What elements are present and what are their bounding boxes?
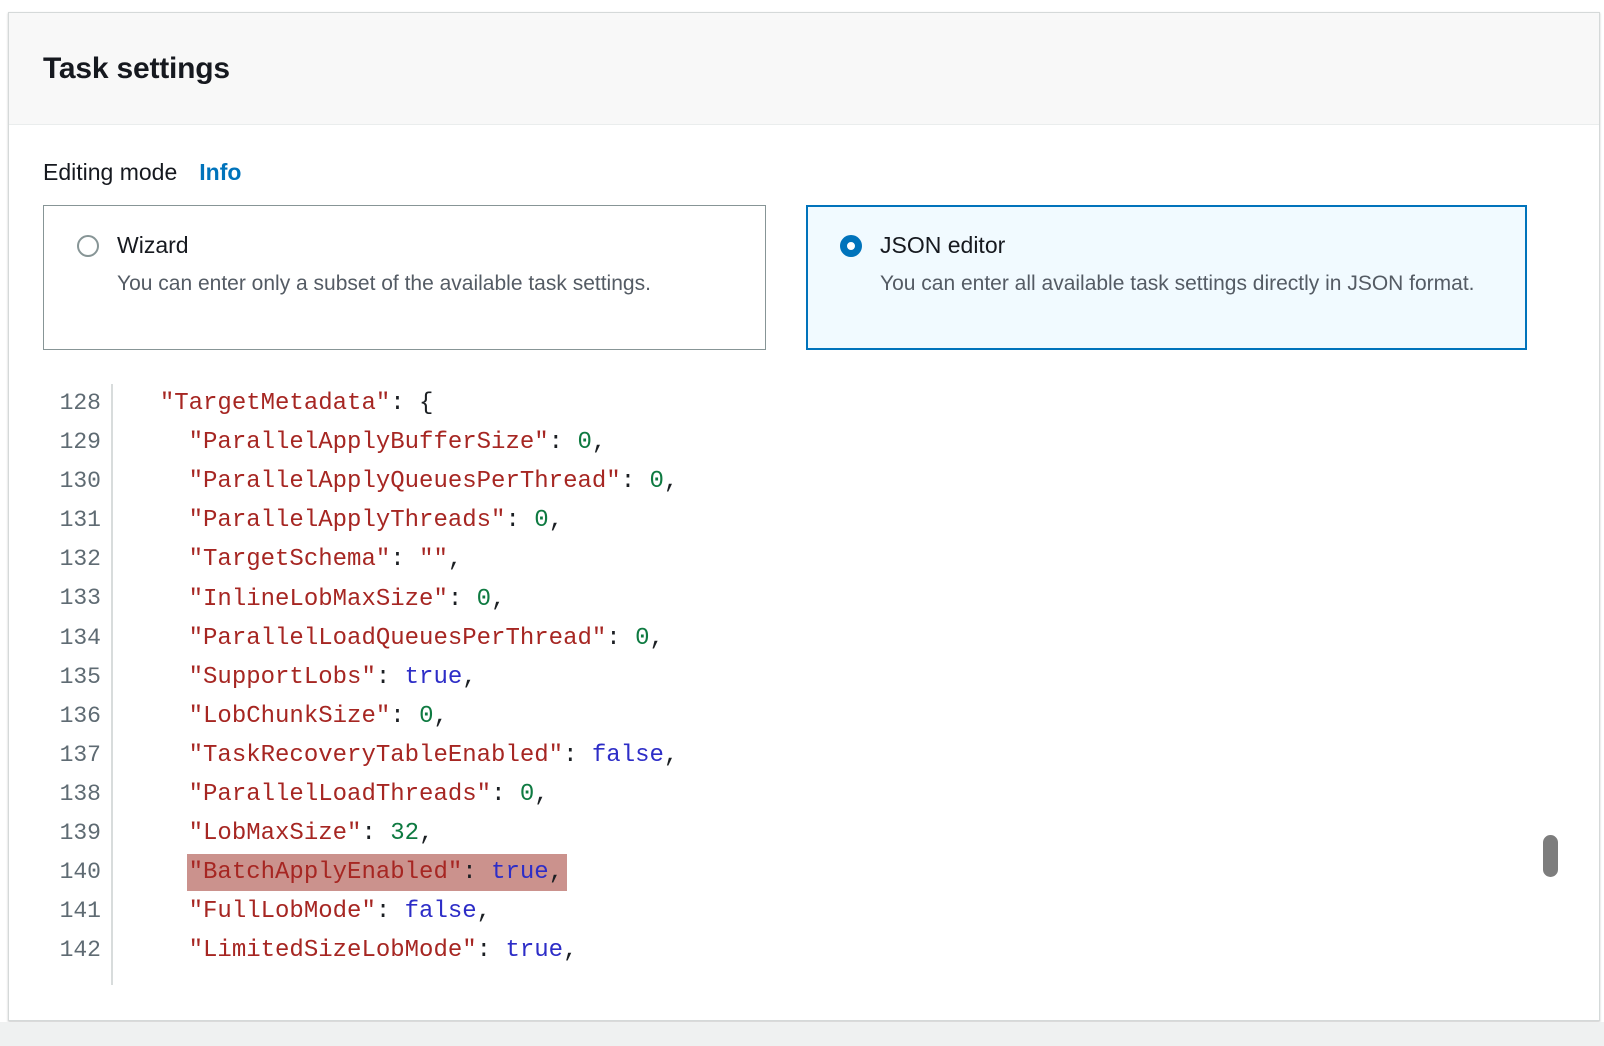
task-settings-panel: Task settings Editing mode Info Wizard Y… <box>8 12 1600 1021</box>
wizard-radio-icon[interactable] <box>77 235 99 257</box>
line-number: 137 <box>43 736 101 775</box>
editing-mode-label: Editing mode <box>43 159 177 186</box>
code-line-139[interactable]: "LobMaxSize": 32, <box>131 814 1565 853</box>
code-line-128[interactable]: "TargetMetadata": { <box>131 384 1565 423</box>
page-background-strip <box>0 1022 1604 1046</box>
code-tokens: "FullLobMode": false, <box>189 898 491 925</box>
code-line-138[interactable]: "ParallelLoadThreads": 0, <box>131 775 1565 814</box>
page-title: Task settings <box>43 52 230 86</box>
highlighted-code-segment: "BatchApplyEnabled": true, <box>187 854 567 891</box>
code-tokens: "LobChunkSize": 0, <box>189 703 448 730</box>
editor-line-number-gutter: 1281291301311321331341351361371381391401… <box>43 384 101 985</box>
line-number: 132 <box>43 540 101 579</box>
code-tokens: "TargetSchema": "", <box>189 546 463 573</box>
panel-content: Editing mode Info Wizard You can enter o… <box>9 125 1599 985</box>
code-line-135[interactable]: "SupportLobs": true, <box>131 658 1565 697</box>
code-tokens: "LobMaxSize": 32, <box>189 820 434 847</box>
json-editor-option-card[interactable]: JSON editor You can enter all available … <box>806 205 1527 350</box>
line-number: 134 <box>43 619 101 658</box>
code-line-130[interactable]: "ParallelApplyQueuesPerThread": 0, <box>131 462 1565 501</box>
line-number: 130 <box>43 462 101 501</box>
json-editor-radio-icon[interactable] <box>840 235 862 257</box>
editing-mode-row: Editing mode Info <box>43 159 1565 187</box>
code-line-136[interactable]: "LobChunkSize": 0, <box>131 697 1565 736</box>
code-tokens: "ParallelLoadQueuesPerThread": 0, <box>189 625 664 652</box>
line-number: 139 <box>43 814 101 853</box>
line-number: 138 <box>43 775 101 814</box>
json-editor-option-title: JSON editor <box>880 232 1475 259</box>
wizard-option-title: Wizard <box>117 232 651 259</box>
code-line-140[interactable]: "BatchApplyEnabled": true, <box>131 853 1565 892</box>
code-line-142[interactable]: "LimitedSizeLobMode": true, <box>131 931 1565 970</box>
editing-mode-options: Wizard You can enter only a subset of th… <box>43 205 1565 350</box>
line-number: 133 <box>43 579 101 618</box>
line-number: 135 <box>43 658 101 697</box>
line-number: 128 <box>43 384 101 423</box>
line-number: 142 <box>43 931 101 970</box>
line-number: 131 <box>43 501 101 540</box>
code-tokens: "TaskRecoveryTableEnabled": false, <box>189 742 679 769</box>
line-number: 140 <box>43 853 101 892</box>
code-tokens: "TargetMetadata": { <box>160 390 434 417</box>
json-code-editor[interactable]: 1281291301311321331341351361371381391401… <box>43 384 1565 985</box>
editor-code-area[interactable]: "TargetMetadata": { "ParallelApplyBuffer… <box>113 384 1565 985</box>
info-link[interactable]: Info <box>199 159 241 186</box>
code-line-132[interactable]: "TargetSchema": "", <box>131 540 1565 579</box>
line-number: 136 <box>43 697 101 736</box>
code-tokens: "InlineLobMaxSize": 0, <box>189 586 506 613</box>
wizard-option-card[interactable]: Wizard You can enter only a subset of th… <box>43 205 766 350</box>
code-line-131[interactable]: "ParallelApplyThreads": 0, <box>131 501 1565 540</box>
code-tokens: "SupportLobs": true, <box>189 664 477 691</box>
code-line-129[interactable]: "ParallelApplyBufferSize": 0, <box>131 423 1565 462</box>
code-tokens: "ParallelApplyQueuesPerThread": 0, <box>189 468 679 495</box>
code-tokens: "ParallelApplyThreads": 0, <box>189 507 563 534</box>
wizard-option-description: You can enter only a subset of the avail… <box>117 268 651 299</box>
editor-scrollbar-thumb[interactable] <box>1543 835 1558 877</box>
code-line-134[interactable]: "ParallelLoadQueuesPerThread": 0, <box>131 619 1565 658</box>
line-number: 141 <box>43 892 101 931</box>
code-tokens: "LimitedSizeLobMode": true, <box>189 937 578 964</box>
code-tokens: "ParallelLoadThreads": 0, <box>189 781 549 808</box>
code-line-137[interactable]: "TaskRecoveryTableEnabled": false, <box>131 736 1565 775</box>
code-tokens: "ParallelApplyBufferSize": 0, <box>189 429 607 456</box>
line-number: 129 <box>43 423 101 462</box>
code-line-133[interactable]: "InlineLobMaxSize": 0, <box>131 579 1565 618</box>
panel-header: Task settings <box>9 13 1599 125</box>
code-line-141[interactable]: "FullLobMode": false, <box>131 892 1565 931</box>
json-editor-option-description: You can enter all available task setting… <box>880 268 1475 299</box>
